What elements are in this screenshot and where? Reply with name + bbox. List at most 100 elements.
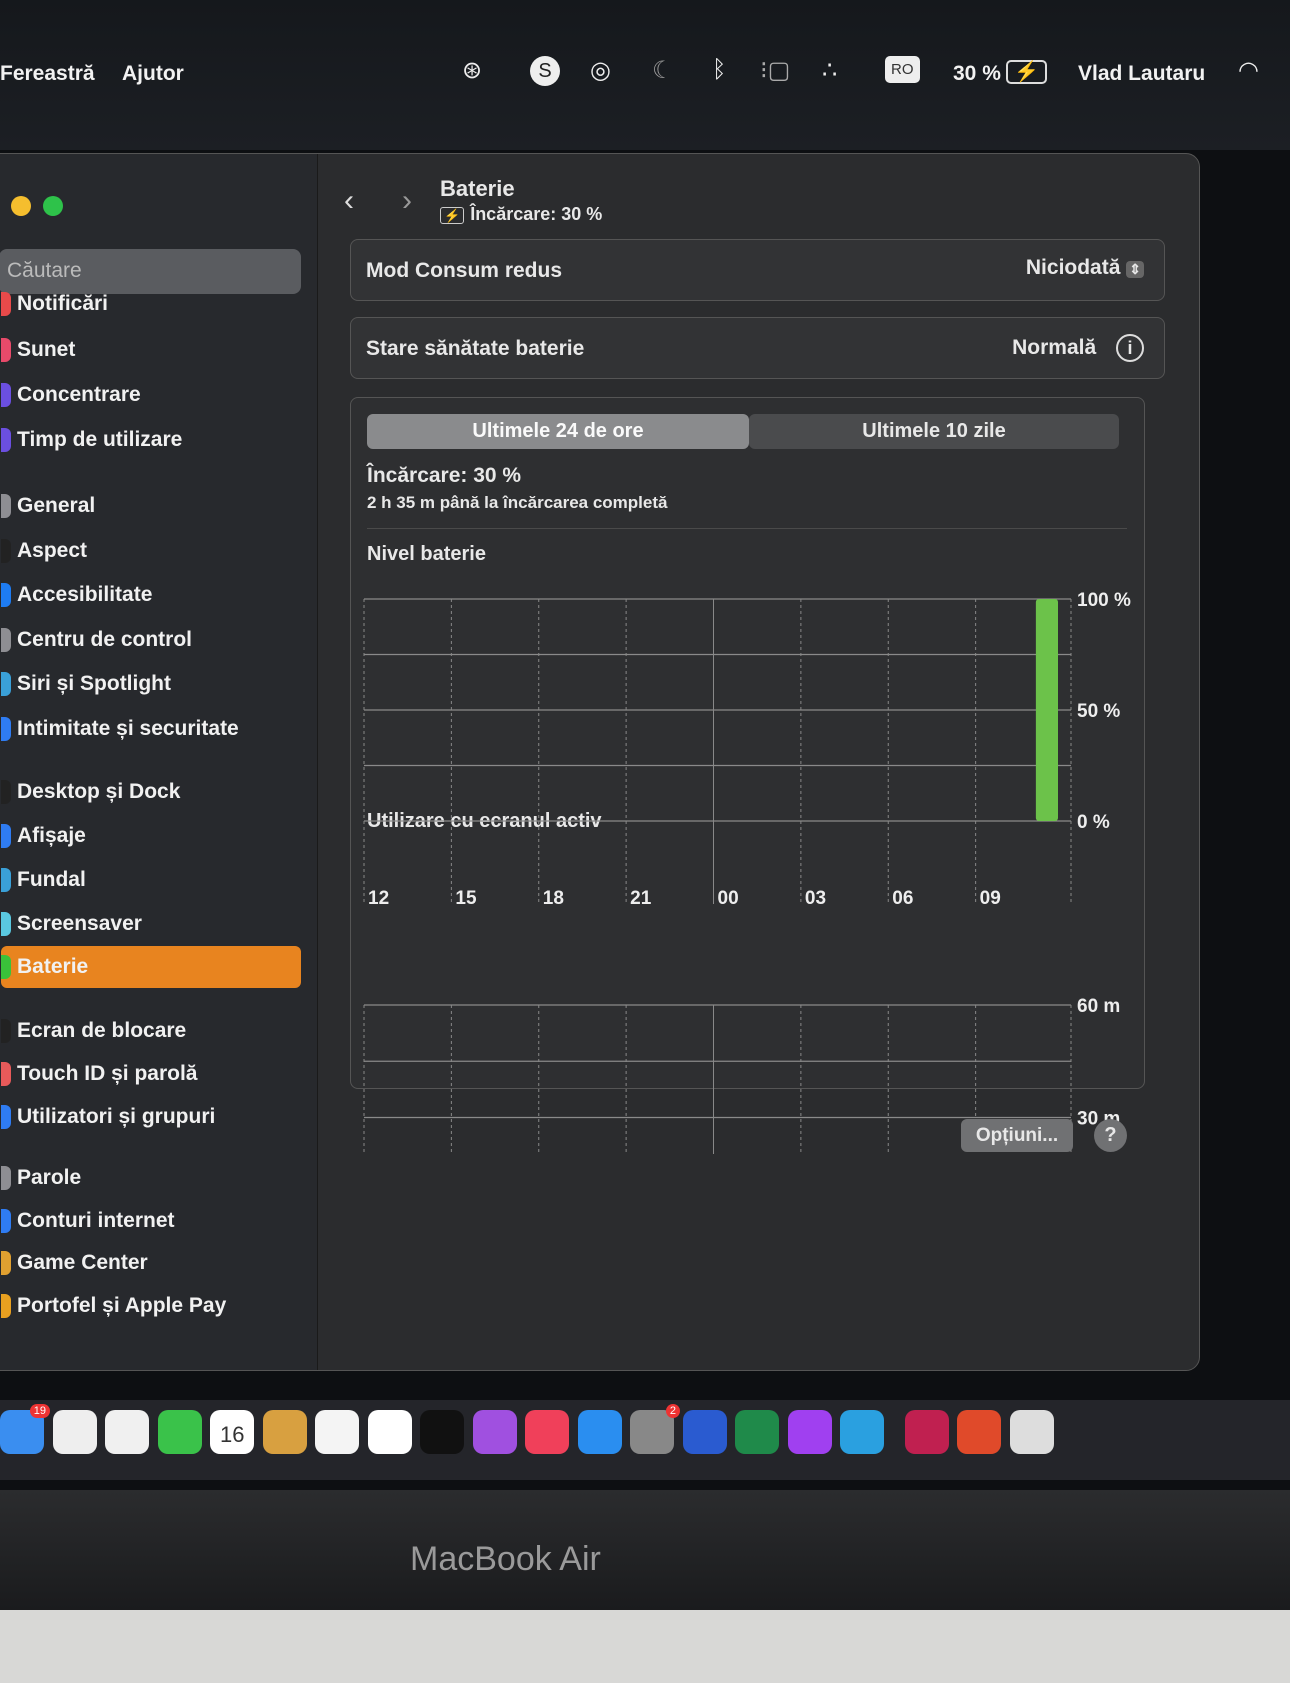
dock-app-photos[interactable]: Photos xyxy=(105,1410,149,1454)
dock-app-system-settings[interactable]: System Settings2 xyxy=(630,1404,680,1454)
sidebar-item-timp-de-utilizare[interactable]: Timp de utilizare xyxy=(1,419,301,461)
sidebar-item-label: Centru de control xyxy=(17,628,193,651)
menu-fereastra[interactable]: Fereastră xyxy=(0,62,95,86)
sidebar-item-baterie[interactable]: Baterie xyxy=(1,946,301,988)
laptop-bezel: MacBook Air xyxy=(0,1490,1290,1610)
sidebar-item-portofel-și-apple-pay[interactable]: Portofel și Apple Pay xyxy=(1,1285,301,1327)
calendar-day: 16 xyxy=(220,1422,245,1447)
sidebar-item-icon xyxy=(1,672,11,697)
sidebar-item-notificări[interactable]: Notificări xyxy=(1,283,301,325)
sidebar-item-label: Conturi internet xyxy=(17,1209,175,1232)
bluetooth-icon[interactable]: ᛒ xyxy=(712,56,726,84)
dock-app-rar[interactable]: RAR xyxy=(904,1410,949,1454)
sidebar-item-utilizatori-și-grupuri[interactable]: Utilizatori și grupuri xyxy=(1,1096,301,1138)
shazam-icon[interactable]: S xyxy=(530,56,560,86)
dock: Mail19SafariPhotosFaceTimeCalendar16Cont… xyxy=(0,1400,1290,1480)
dock-app-reminders[interactable]: Reminders xyxy=(315,1410,359,1454)
sidebar-item-icon xyxy=(1,494,11,519)
x-tick-label: 09 xyxy=(980,888,1001,909)
sidebar-item-centru-de-control[interactable]: Centru de control xyxy=(1,619,301,661)
sidebar-item-icon xyxy=(1,912,11,937)
sidebar-item-icon xyxy=(1,1251,11,1276)
dock-app-safari[interactable]: Safari xyxy=(52,1410,97,1454)
input-source[interactable]: RO xyxy=(885,56,920,83)
sidebar-item-conturi-internet[interactable]: Conturi internet xyxy=(1,1200,301,1242)
x-tick-label: 06 xyxy=(892,888,913,909)
dock-app-tv[interactable]: TV xyxy=(420,1410,464,1454)
dock-app-app-store[interactable]: App Store xyxy=(577,1410,622,1454)
sidebar-item-label: Aspect xyxy=(17,539,88,562)
help-button[interactable]: ? xyxy=(1094,1119,1127,1152)
sidebar-item-label: Timp de utilizare xyxy=(17,428,183,451)
sidebar-item-concentrare[interactable]: Concentrare xyxy=(1,374,301,416)
dock-app-contacts[interactable]: Contacts xyxy=(262,1410,307,1454)
sidebar-item-fundal[interactable]: Fundal xyxy=(1,859,301,901)
wifi-icon[interactable]: ◠ xyxy=(1238,56,1259,85)
sidebar-item-label: Touch ID și parolă xyxy=(17,1062,198,1085)
dock-app-telegram[interactable]: Telegram xyxy=(840,1410,884,1454)
sidebar-item-accesibilitate[interactable]: Accesibilitate xyxy=(1,574,301,616)
sidebar-item-label: Intimitate și securitate xyxy=(17,717,239,740)
sidebar-item-ecran-de-blocare[interactable]: Ecran de blocare xyxy=(1,1010,301,1052)
sidebar-item-label: Baterie xyxy=(17,955,89,978)
dock-app-podcasts[interactable]: Podcasts xyxy=(472,1410,517,1454)
zoom-button[interactable] xyxy=(43,196,63,216)
stage-manager-icon[interactable]: ⁝▢ xyxy=(760,56,790,85)
airdrop-icon[interactable]: ◎ xyxy=(590,56,611,85)
sidebar-item-siri-și-spotlight[interactable]: Siri și Spotlight xyxy=(1,663,301,705)
sidebar-item-touch-id-și-parolă[interactable]: Touch ID și parolă xyxy=(1,1053,301,1095)
x-tick-label: 00 xyxy=(718,888,739,909)
x-tick-label: 12 xyxy=(368,888,389,909)
sidebar-item-label: Game Center xyxy=(17,1251,148,1274)
sidebar-item-label: Screensaver xyxy=(17,912,142,935)
creative-cloud-icon[interactable]: ⊛ xyxy=(462,56,482,85)
sidebar-item-game-center[interactable]: Game Center xyxy=(1,1242,301,1284)
dock-app-facetime[interactable]: FaceTime xyxy=(157,1410,202,1454)
dock-app-messenger[interactable]: Messenger xyxy=(787,1410,832,1454)
user-name[interactable]: Vlad Lautaru xyxy=(1078,62,1205,86)
settings-window: Căutare Notificări Sunet Concentrare Timp d… xyxy=(0,153,1200,1371)
device-label: MacBook Air xyxy=(410,1540,601,1578)
dock-app-word[interactable]: Word xyxy=(682,1410,727,1454)
notification-badge: 2 xyxy=(665,1404,680,1418)
sidebar-item-label: Siri și Spotlight xyxy=(17,672,172,695)
sidebar-item-icon xyxy=(1,955,11,980)
sidebar-item-general[interactable]: General xyxy=(1,485,301,527)
sidebar-item-label: General xyxy=(17,494,96,517)
dock-app-calendar[interactable]: Calendar16 xyxy=(210,1410,254,1454)
sidebar-item-icon xyxy=(1,868,11,893)
dock-app-excel[interactable]: Excel xyxy=(735,1410,779,1454)
y-tick-label: 100 % xyxy=(1077,590,1131,611)
dock-app-powerpoint[interactable]: PowerPoint xyxy=(957,1410,1001,1454)
sidebar-item-label: Concentrare xyxy=(17,383,141,406)
battery-percent[interactable]: 30 % xyxy=(953,62,1001,86)
menu-ajutor[interactable]: Ajutor xyxy=(122,62,184,86)
dock-app-music[interactable]: Music xyxy=(525,1410,569,1454)
sidebar-item-intimitate-și-securitate[interactable]: Intimitate și securitate xyxy=(1,708,301,750)
sidebar-item-sunet[interactable]: Sunet xyxy=(1,329,301,371)
minimize-button[interactable] xyxy=(11,196,31,216)
control-icon[interactable]: ∴ xyxy=(822,56,837,85)
battery-charging-icon[interactable]: ⚡ xyxy=(1006,60,1047,84)
sidebar-item-parole[interactable]: Parole xyxy=(1,1157,301,1199)
y-tick-label: 50 % xyxy=(1077,701,1120,722)
sidebar-item-icon xyxy=(1,1294,11,1319)
sidebar-item-label: Sunet xyxy=(17,338,76,361)
sidebar-item-desktop-și-dock[interactable]: Desktop și Dock xyxy=(1,771,301,813)
moon-icon[interactable]: ☾ xyxy=(652,56,674,85)
sidebar-item-icon xyxy=(1,717,11,742)
sidebar-item-screensaver[interactable]: Screensaver xyxy=(1,903,301,945)
sidebar-item-icon xyxy=(1,338,11,363)
sidebar-item-label: Afișaje xyxy=(17,824,86,847)
dock-app-mail[interactable]: Mail19 xyxy=(0,1404,50,1454)
sidebar-item-icon xyxy=(1,1062,11,1087)
battery-level-bar xyxy=(1035,599,1058,821)
dock-app-preview[interactable]: Preview xyxy=(1009,1410,1054,1454)
sidebar-item-afișaje[interactable]: Afișaje xyxy=(1,815,301,857)
x-tick-label: 21 xyxy=(630,888,652,909)
sidebar-item-icon xyxy=(1,539,11,564)
sidebar-item-label: Notificări xyxy=(17,292,109,315)
sidebar-item-aspect[interactable]: Aspect xyxy=(1,530,301,572)
options-button[interactable]: Opțiuni... xyxy=(961,1119,1073,1152)
dock-app-freeform[interactable]: Freeform xyxy=(367,1410,412,1454)
